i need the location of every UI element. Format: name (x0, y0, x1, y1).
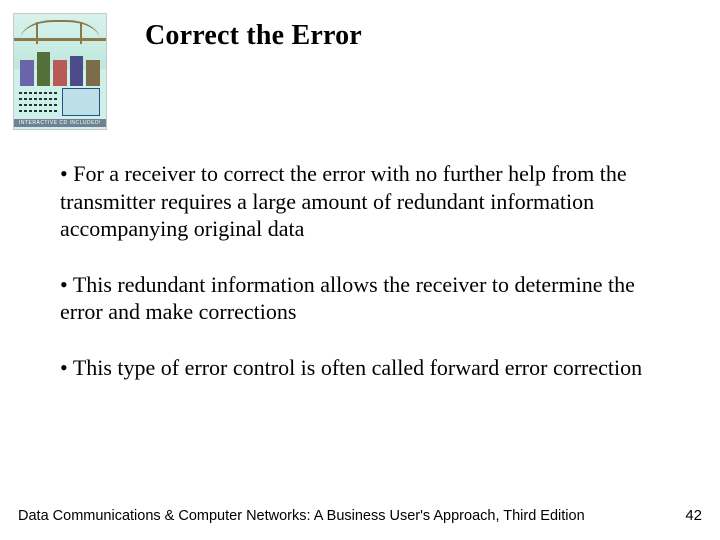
thumbnail-label: Interactive CD Included! (14, 119, 106, 127)
bullet-1: • For a receiver to correct the error wi… (60, 160, 660, 243)
slide: Interactive CD Included! Correct the Err… (0, 0, 720, 540)
page-number: 42 (685, 507, 702, 524)
slide-footer: Data Communications & Computer Networks:… (18, 507, 702, 524)
slide-body: • For a receiver to correct the error wi… (60, 160, 660, 409)
bullet-2-text: This redundant information allows the re… (60, 272, 635, 325)
bullet-3-text: This type of error control is often call… (73, 355, 642, 380)
footer-text: Data Communications & Computer Networks:… (18, 508, 585, 524)
bullet-1-text: For a receiver to correct the error with… (60, 161, 627, 241)
bullet-2: • This redundant information allows the … (60, 271, 660, 326)
bullet-3: • This type of error control is often ca… (60, 354, 660, 382)
book-cover-thumbnail: Interactive CD Included! (14, 14, 106, 129)
slide-title: Correct the Error (145, 20, 362, 52)
